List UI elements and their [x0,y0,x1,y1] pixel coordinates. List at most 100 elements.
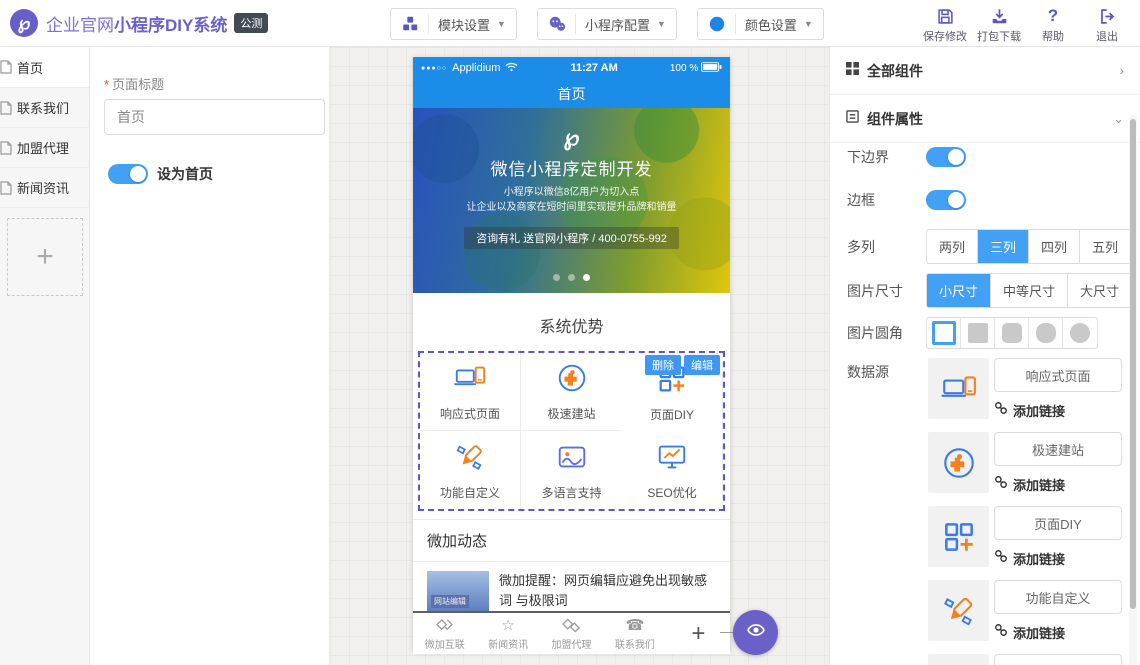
link-icon [994,401,1008,420]
page-title-label: *页面标题 [104,74,164,93]
preview-eye-button[interactable] [733,610,778,655]
banner-subtitle: 小程序以微信8亿用户为切入点 让企业以及商家在短时间里实现提升品牌和销量 [413,186,730,215]
tab-contact[interactable]: ☎ 联系我们 [603,613,666,654]
chevron-down-icon: ▼ [497,19,506,29]
responsive-icon [453,361,487,400]
advantage-item[interactable]: 响应式页面 [420,353,521,431]
beta-badge: 公测 [234,13,268,33]
img-size-label: 图片尺寸 [830,281,926,301]
save-button[interactable]: 保存修改 [918,5,972,44]
color-settings-dropdown[interactable]: 颜色设置 ▼ [697,8,824,40]
bottom-border-label: 下边界 [830,147,926,167]
tab-weijia[interactable]: 微加互联 [413,613,476,654]
edit-badge-button[interactable]: 编辑 [684,355,720,375]
scrollbar-thumb[interactable] [1130,119,1136,609]
img-size-medium[interactable]: 中等尺寸 [991,274,1068,307]
columns-option-5[interactable]: 五列 [1080,230,1130,263]
color-settings-label: 颜色设置 [745,15,797,34]
help-label: 帮助 [1042,28,1064,44]
banner-carousel[interactable]: ℘ 微信小程序定制开发 小程序以微信8亿用户为切入点 让企业以及商家在短时间里实… [413,108,730,293]
img-size-small-selected[interactable]: 小尺寸 [927,274,991,307]
datasource-title-input[interactable] [994,358,1122,392]
radius-option-square[interactable] [961,318,995,348]
radius-option-round[interactable] [1029,318,1063,348]
advantage-item[interactable]: 多语言支持 [521,431,622,509]
props-list-icon [846,110,859,128]
exit-button[interactable]: 退出 [1080,5,1134,44]
sidebar-item-home[interactable]: 首页 [0,47,89,88]
columns-option-3-selected[interactable]: 三列 [978,230,1029,263]
download-button[interactable]: 打包下载 [972,5,1026,44]
set-home-toggle[interactable] [108,164,148,184]
custom-func-icon [928,580,989,641]
radius-option-circle[interactable] [1063,318,1097,348]
tab-label: 加盟代理 [552,636,592,651]
bottom-border-toggle[interactable] [926,147,966,167]
radius-option-rounded[interactable] [995,318,1029,348]
help-button[interactable]: ? 帮助 [1026,5,1080,44]
advantages-grid-selected[interactable]: 删除 编辑 响应式页面 极速建站 页面DIY [418,351,725,511]
border-toggle[interactable] [926,190,966,210]
toggle-knob [948,149,964,165]
phone-status-bar: ●●●○○ Applidium 11:27 AM 100 % [413,57,730,79]
carousel-dot-active[interactable] [583,274,590,281]
component-props-header[interactable]: 组件属性 ⌄ [830,95,1140,143]
app-window: ℘ 企业官网小程序DIY系统 公测 模块设置 ▼ 小程序配置 ▼ [0,0,1140,665]
advantage-label: 页面DIY [650,406,694,423]
radius-swatch [968,323,988,343]
chevron-down-icon: ▼ [804,19,813,29]
add-link-button[interactable]: 添加链接 [994,623,1065,642]
add-link-button[interactable]: 添加链接 [994,549,1065,568]
carousel-dot[interactable] [568,274,575,281]
tab-agent[interactable]: 加盟代理 [540,613,603,654]
radius-swatch [1036,323,1056,343]
sidebar-item-contact[interactable]: 联系我们 [0,88,89,128]
img-radius-options [926,317,1098,349]
columns-row: 多列 两列 三列 四列 五列 [830,229,1140,264]
toggle-knob [130,166,146,182]
border-row: 边框 [830,190,1140,210]
multi-lang-icon [555,440,589,479]
wechat-icon [548,14,576,34]
tab-news[interactable]: ☆ 新闻资讯 [476,613,539,654]
datasource-title-input[interactable] [994,654,1122,665]
datasource-title-input[interactable] [994,580,1122,614]
border-label: 边框 [830,190,926,210]
datasource-title-input[interactable] [994,432,1122,466]
advantage-item[interactable]: 极速建站 [521,353,622,431]
all-components-header[interactable]: 全部组件 › [830,47,1140,95]
sidebar-item-label: 联系我们 [17,98,69,117]
sidebar-item-agent[interactable]: 加盟代理 [0,128,89,168]
component-props-label: 组件属性 [867,109,1113,129]
advantages-section: 系统优势 删除 编辑 响应式页面 极速建站 [413,293,730,511]
news-item[interactable]: 网站编辑 微加提醒：网页编辑应避免出现敏感词 与极限词 [413,562,730,611]
responsive-icon [928,358,989,419]
columns-option-2[interactable]: 两列 [927,230,978,263]
miniprogram-config-dropdown[interactable]: 小程序配置 ▼ [537,8,677,40]
img-size-row: 图片尺寸 小尺寸 中等尺寸 大尺寸 [830,273,1140,308]
link-icon [994,549,1008,568]
set-home-label: 设为首页 [157,164,213,184]
required-mark: * [104,77,109,92]
tab-add-button[interactable]: + [667,613,730,654]
page-title-input[interactable] [104,99,325,135]
sidebar-item-news[interactable]: 新闻资讯 [0,168,89,208]
advantage-item[interactable]: SEO优化 [622,431,723,509]
img-size-large[interactable]: 大尺寸 [1068,274,1131,307]
datasource-title-input[interactable] [994,506,1122,540]
inspector-scrollbar[interactable] [1129,115,1137,665]
carousel-dot[interactable] [553,274,560,281]
advantage-item[interactable]: 功能自定义 [420,431,521,509]
columns-option-4[interactable]: 四列 [1029,230,1080,263]
canvas: ●●●○○ Applidium 11:27 AM 100 % 首页 ℘ 微信小程… [330,47,829,665]
exit-label: 退出 [1096,28,1118,44]
download-icon [991,5,1008,25]
add-link-button[interactable]: 添加链接 [994,401,1065,420]
module-settings-dropdown[interactable]: 模块设置 ▼ [390,8,517,40]
radius-option-none-selected[interactable] [927,318,961,348]
add-link-button[interactable]: 添加链接 [994,475,1065,494]
add-page-button[interactable]: + [7,218,83,296]
chevron-down-icon: ⌄ [1113,111,1124,127]
delete-badge-button[interactable]: 删除 [645,355,681,375]
miniprogram-config-label: 小程序配置 [585,15,650,34]
